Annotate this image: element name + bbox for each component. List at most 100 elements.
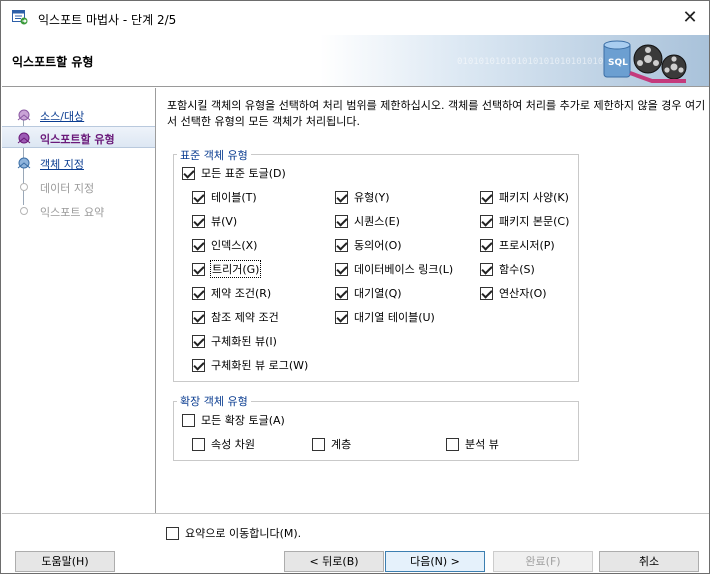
extended-types-title: 확장 객체 유형	[177, 393, 251, 409]
checkbox-label: 속성 차원	[211, 438, 255, 451]
nav-step-label: 익스포트 요약	[40, 206, 105, 219]
nav-step-specify-data: 데이터 지정	[2, 176, 155, 198]
type-checkbox[interactable]: 대기열(Q)	[335, 284, 402, 302]
checkbox-box[interactable]	[192, 262, 205, 276]
checkbox-box[interactable]	[480, 190, 493, 204]
checkbox-box[interactable]	[335, 286, 348, 300]
checkbox-box[interactable]	[182, 413, 195, 427]
checkbox-label: 모든 확장 토글(A)	[201, 414, 285, 427]
checkbox-label: 데이터베이스 링크(L)	[354, 263, 454, 276]
cancel-button[interactable]: 취소	[599, 551, 699, 572]
wizard-steps-nav: 소스/대상 익스포트할 유형 객체 지정 데이터 지정 익스포트 요약	[2, 88, 156, 513]
checkbox-box[interactable]	[192, 358, 205, 372]
checkbox-box[interactable]	[312, 437, 325, 451]
checkbox-box[interactable]	[182, 166, 195, 180]
checkbox-box[interactable]	[480, 286, 493, 300]
checkbox-label: 테이블(T)	[211, 191, 257, 204]
type-checkbox[interactable]: 유형(Y)	[335, 188, 390, 206]
checkbox-label: 요약으로 이동합니다(M).	[185, 527, 302, 540]
type-checkbox[interactable]: 인덱스(X)	[192, 236, 257, 254]
type-checkbox[interactable]: 대기열 테이블(U)	[335, 308, 435, 326]
type-checkbox[interactable]: 구체화된 뷰 로그(W)	[192, 356, 308, 374]
back-button[interactable]: < 뒤로(B)	[284, 551, 384, 572]
checkbox-label: 유형(Y)	[354, 191, 390, 204]
header-banner: 익스포트할 유형 01010101010101010101010101010 S…	[2, 35, 709, 87]
help-button[interactable]: 도움말(H)	[15, 551, 115, 572]
checkbox-box[interactable]	[192, 190, 205, 204]
checkbox-box[interactable]	[335, 262, 348, 276]
type-checkbox[interactable]: 뷰(V)	[192, 212, 237, 230]
checkbox-label: 분석 뷰	[465, 438, 499, 451]
checkbox-label: 제약 조건(R)	[211, 287, 272, 300]
checkbox-label: 프로시저(P)	[499, 239, 555, 252]
checkbox-label: 대기열(Q)	[354, 287, 402, 300]
toggle-all-standard-checkbox[interactable]: 모든 표준 토글(D)	[182, 164, 286, 182]
type-checkbox[interactable]: 시퀀스(E)	[335, 212, 400, 230]
extended-type-checkbox[interactable]: 계층	[312, 435, 351, 453]
checkbox-label: 대기열 테이블(U)	[354, 311, 435, 324]
type-checkbox[interactable]: 데이터베이스 링크(L)	[335, 260, 453, 278]
nav-step-label: 객체 지정	[40, 158, 84, 171]
checkbox-label: 인덱스(X)	[211, 239, 258, 252]
checkbox-label: 참조 제약 조건	[211, 311, 279, 324]
checkbox-box[interactable]	[335, 190, 348, 204]
type-checkbox[interactable]: 구체화된 뷰(I)	[192, 332, 277, 350]
checkbox-label: 트리거(G)	[209, 260, 262, 278]
checkbox-box[interactable]	[192, 310, 205, 324]
step-current-icon	[17, 132, 31, 144]
type-checkbox[interactable]: 테이블(T)	[192, 188, 257, 206]
type-checkbox[interactable]: 동의어(O)	[335, 236, 402, 254]
nav-step-label: 데이터 지정	[40, 182, 95, 195]
step-done-icon	[17, 109, 31, 121]
checkbox-box[interactable]	[166, 526, 179, 540]
extended-type-checkbox[interactable]: 분석 뷰	[446, 435, 499, 453]
checkbox-label: 구체화된 뷰 로그(W)	[211, 359, 309, 372]
database-film-logo-icon: SQL	[603, 40, 687, 83]
type-checkbox[interactable]: 연산자(O)	[480, 284, 547, 302]
type-checkbox[interactable]: 패키지 사양(K)	[480, 188, 569, 206]
next-button[interactable]: 다음(N) >	[385, 551, 485, 572]
window-title: 익스포트 마법사 - 단계 2/5	[38, 13, 177, 27]
checkbox-box[interactable]	[192, 214, 205, 228]
title-bar: 익스포트 마법사 - 단계 2/5 ✕	[1, 1, 709, 35]
checkbox-box[interactable]	[335, 214, 348, 228]
nav-step-label: 익스포트할 유형	[40, 133, 115, 146]
checkbox-box[interactable]	[480, 262, 493, 276]
checkbox-box[interactable]	[192, 334, 205, 348]
checkbox-box[interactable]	[446, 437, 459, 451]
nav-step-export-summary: 익스포트 요약	[2, 200, 155, 222]
finish-button[interactable]: 완료(F)	[493, 551, 593, 572]
extended-type-checkbox[interactable]: 속성 차원	[192, 435, 255, 453]
app-icon	[12, 10, 28, 25]
checkbox-label: 구체화된 뷰(I)	[211, 335, 277, 348]
type-checkbox[interactable]: 함수(S)	[480, 260, 535, 278]
toggle-all-extended-checkbox[interactable]: 모든 확장 토글(A)	[182, 411, 285, 429]
checkbox-label: 패키지 사양(K)	[499, 191, 569, 204]
checkbox-box[interactable]	[480, 214, 493, 228]
checkbox-box[interactable]	[335, 310, 348, 324]
nav-step-label: 소스/대상	[40, 110, 85, 123]
close-button[interactable]: ✕	[675, 3, 705, 33]
type-checkbox[interactable]: 패키지 본문(C)	[480, 212, 569, 230]
type-checkbox[interactable]: 참조 제약 조건	[192, 308, 279, 326]
nav-step-source-target[interactable]: 소스/대상	[2, 104, 155, 126]
checkbox-label: 모든 표준 토글(D)	[201, 167, 286, 180]
type-checkbox[interactable]: 프로시저(P)	[480, 236, 555, 254]
page-title: 익스포트할 유형	[12, 55, 94, 69]
checkbox-box[interactable]	[192, 238, 205, 252]
checkbox-box[interactable]	[192, 286, 205, 300]
nav-step-export-types[interactable]: 익스포트할 유형	[2, 126, 155, 148]
go-to-summary-checkbox[interactable]: 요약으로 이동합니다(M).	[166, 524, 301, 542]
checkbox-box[interactable]	[192, 437, 205, 451]
checkbox-box[interactable]	[480, 238, 493, 252]
checkbox-label: 함수(S)	[499, 263, 535, 276]
checkbox-label: 패키지 본문(C)	[499, 215, 570, 228]
type-checkbox[interactable]: 제약 조건(R)	[192, 284, 271, 302]
type-checkbox-focused[interactable]: 트리거(G)	[192, 260, 262, 278]
nav-step-specify-objects[interactable]: 객체 지정	[2, 152, 155, 174]
checkbox-box[interactable]	[335, 238, 348, 252]
step-disabled-icon	[20, 207, 28, 215]
checkbox-label: 뷰(V)	[211, 215, 238, 228]
step-pending-icon	[17, 157, 31, 169]
svg-text:SQL: SQL	[608, 58, 628, 68]
